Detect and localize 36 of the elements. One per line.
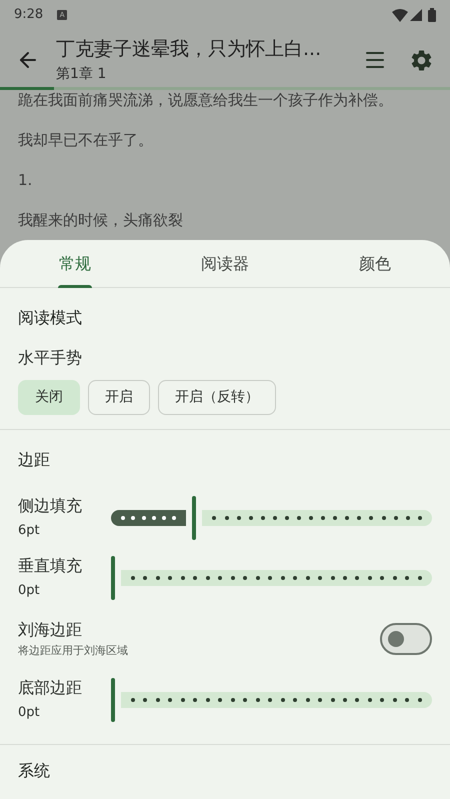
setting-label: 垂直填充 (18, 555, 83, 578)
setting-label: 侧边填充 (18, 495, 83, 518)
slider-thumb[interactable] (111, 678, 115, 722)
section-heading: 系统 (18, 760, 51, 782)
slider[interactable] (111, 556, 432, 600)
story-paragraph: 我却早已不在乎了。 (18, 130, 154, 150)
option-chip[interactable]: 关闭 (18, 380, 80, 415)
signal-icon (410, 9, 422, 21)
story-paragraph: 我醒来的时候，头痛欲裂 (18, 210, 184, 230)
section-heading: 阅读模式 (18, 307, 83, 329)
slider-thumb[interactable] (192, 496, 196, 540)
story-paragraph: 1. (18, 170, 34, 190)
setting-description: 将边距应用于刘海区域 (18, 642, 129, 659)
section-heading: 边距 (18, 449, 51, 471)
battery-icon (428, 8, 436, 22)
settings-icon[interactable] (409, 48, 434, 72)
toggle-switch[interactable] (380, 623, 432, 655)
settings-tab[interactable]: 阅读器 (150, 240, 300, 288)
story-paragraph: 跪在我面前痛哭流涕，说愿意给我生一个孩子作为补偿。 (18, 90, 394, 110)
status-time: 9:28 (14, 6, 44, 24)
slider[interactable] (111, 496, 432, 540)
option-chip[interactable]: 开启 (88, 380, 150, 415)
slider-thumb[interactable] (111, 556, 115, 600)
settings-tab[interactable]: 常规 (0, 240, 150, 288)
setting-value: 0pt (18, 582, 41, 600)
setting-label: 底部边距 (18, 677, 83, 700)
setting-label: 水平手势 (18, 347, 83, 369)
chapter-subtitle: 第1章 1 (56, 64, 108, 84)
book-title: 丁克妻子迷晕我，只为怀上白... (56, 37, 322, 62)
setting-value: 6pt (18, 522, 41, 540)
setting-value: 0pt (18, 704, 41, 722)
option-chip[interactable]: 开启（反转） (158, 380, 276, 415)
wifi-icon (392, 8, 408, 22)
settings-tab[interactable]: 颜色 (300, 240, 450, 288)
slider[interactable] (111, 678, 432, 722)
setting-label: 刘海边距 (18, 618, 83, 641)
